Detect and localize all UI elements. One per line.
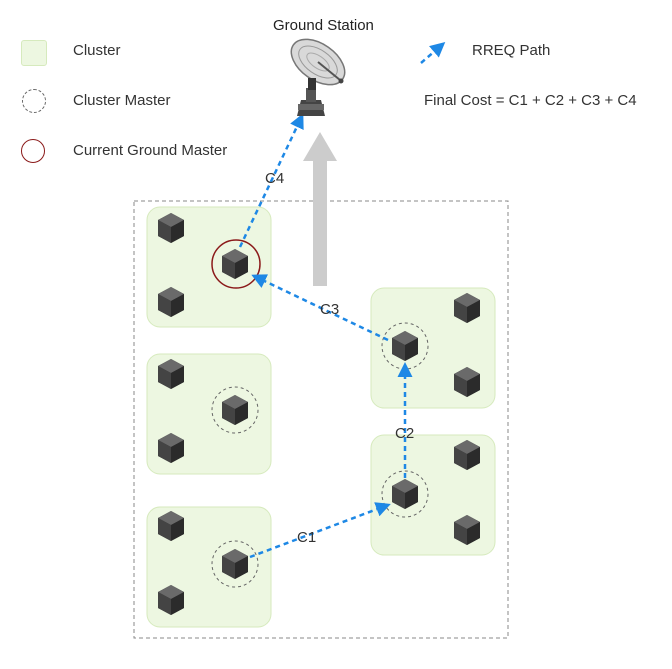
path-label-c2: C2 [395, 425, 414, 442]
legend-rreq-arrow [420, 42, 446, 64]
path-label-c4: C4 [265, 170, 284, 187]
uplink-arrow [303, 132, 337, 286]
network-diagram: C1 C2 C3 C4 [133, 38, 509, 639]
satellite-dish-icon [290, 38, 346, 116]
path-label-c3: C3 [320, 301, 339, 318]
path-label-c1: C1 [297, 529, 316, 546]
